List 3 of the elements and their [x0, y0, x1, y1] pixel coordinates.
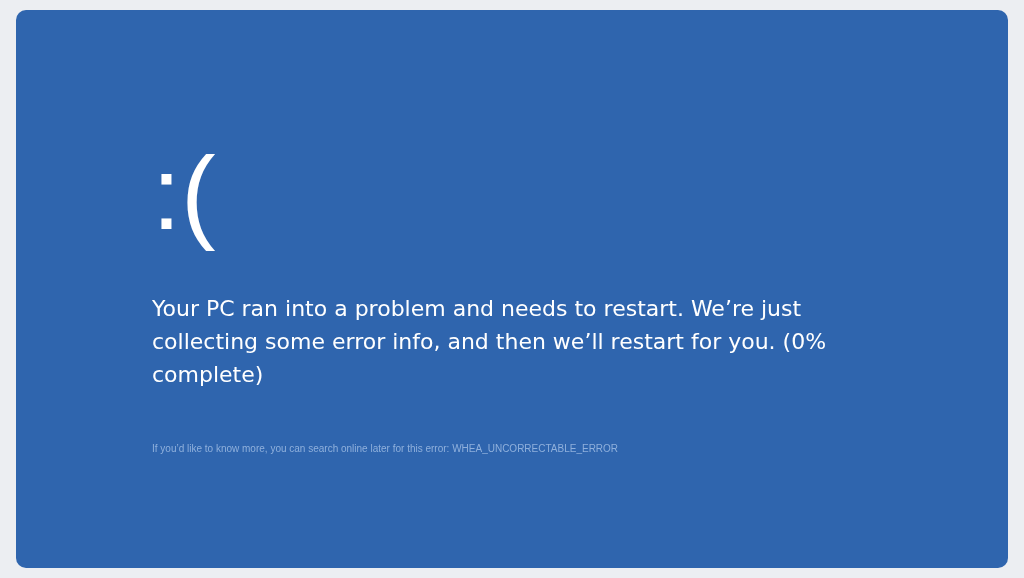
sad-face: :( [152, 134, 216, 253]
error-hint: If you’d like to know more, you can search online later for this error: WHEA_UNCORRECTABLE_ERROR [152, 443, 620, 454]
error-message: Your PC ran into a problem and needs to restart. We’re just collecting some error info, and then we’ll restart for you. (0% complete) [152, 295, 828, 389]
